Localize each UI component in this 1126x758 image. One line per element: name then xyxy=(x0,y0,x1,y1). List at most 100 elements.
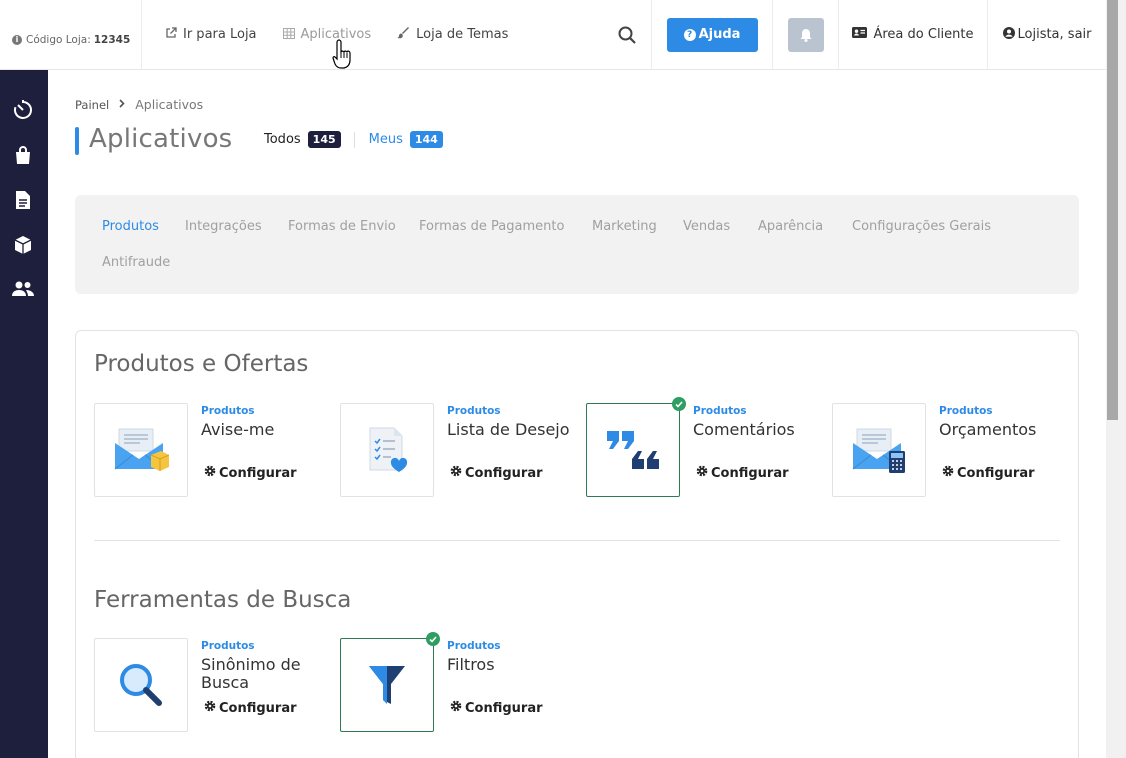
top-bar: i Código Loja: 12345 Ir para Loja Aplica… xyxy=(0,0,1106,70)
gear-icon xyxy=(696,465,708,481)
tab-all-count: 145 xyxy=(307,131,341,148)
app-name: Orçamentos xyxy=(939,420,1037,439)
breadcrumb: Painel Aplicativos xyxy=(75,97,203,112)
sidebar-item-customers[interactable] xyxy=(11,277,35,301)
configure-label: Configurar xyxy=(957,465,1035,481)
grid-icon xyxy=(282,27,295,42)
app-name: Avise-me xyxy=(201,420,275,439)
app-category: Produtos xyxy=(693,405,747,417)
sidebar-item-documents[interactable] xyxy=(11,188,35,212)
category-marketing[interactable]: Marketing xyxy=(592,219,657,234)
app-icon-avise-me[interactable] xyxy=(94,403,188,497)
installed-check-icon xyxy=(672,397,686,411)
app-category: Produtos xyxy=(201,405,255,417)
help-button-label: Ajuda xyxy=(698,27,741,42)
checklist-heart-icon xyxy=(369,427,408,472)
configure-button-filtros[interactable]: Configurar xyxy=(450,700,543,716)
envelope-calculator-icon xyxy=(852,428,905,473)
tab-mine-count: 144 xyxy=(409,131,443,148)
client-area-link[interactable]: Área do Cliente xyxy=(839,0,988,69)
tab-mine[interactable]: Meus xyxy=(369,132,403,147)
id-card-icon xyxy=(852,27,868,42)
breadcrumb-home[interactable]: Painel xyxy=(75,98,109,112)
search-icon xyxy=(618,26,636,44)
funnel-icon xyxy=(369,666,405,704)
nav-go-to-store-label: Ir para Loja xyxy=(183,27,257,42)
external-link-icon xyxy=(165,27,177,42)
category-formas-de-pagamento[interactable]: Formas de Pagamento xyxy=(419,219,564,234)
logout-link[interactable]: Lojista, sair xyxy=(988,0,1106,69)
nav-theme-store-label: Loja de Temas xyxy=(416,27,509,42)
document-icon xyxy=(16,191,30,209)
gear-icon xyxy=(450,465,462,481)
category-integracoes[interactable]: Integrações xyxy=(185,219,262,234)
scrollbar-thumb[interactable] xyxy=(1107,0,1118,420)
app-name: Filtros xyxy=(447,655,495,674)
hand-cursor-icon xyxy=(332,38,354,74)
app-icon-comentarios[interactable] xyxy=(586,403,680,497)
category-antifraude[interactable]: Antifraude xyxy=(102,255,170,270)
app-icon-lista-de-desejo[interactable] xyxy=(340,403,434,497)
sidebar-item-products[interactable] xyxy=(11,233,35,257)
category-vendas[interactable]: Vendas xyxy=(683,219,730,234)
envelope-box-icon xyxy=(114,428,169,471)
chevron-right-icon xyxy=(119,98,125,111)
category-produtos[interactable]: Produtos xyxy=(102,219,159,234)
app-category: Produtos xyxy=(447,405,501,417)
app-category: Produtos xyxy=(201,640,255,652)
configure-button-sinonimo-de-busca[interactable]: Configurar xyxy=(204,700,297,716)
category-configuracoes-gerais[interactable]: Configurações Gerais xyxy=(852,219,991,234)
nav-go-to-store[interactable]: Ir para Loja xyxy=(152,0,270,69)
app-category: Produtos xyxy=(447,640,501,652)
title-accent-bar xyxy=(75,127,79,155)
configure-button-orcamentos[interactable]: Configurar xyxy=(942,465,1035,481)
configure-button-lista-de-desejo[interactable]: Configurar xyxy=(450,465,543,481)
configure-label: Configurar xyxy=(465,465,543,481)
tab-divider xyxy=(353,131,355,148)
store-code-label: Código Loja: xyxy=(26,33,91,46)
gear-icon xyxy=(204,465,216,481)
nav-theme-store[interactable]: Loja de Temas xyxy=(384,0,521,69)
users-icon xyxy=(12,281,34,296)
section-title-produtos-ofertas: Produtos e Ofertas xyxy=(94,351,309,377)
configure-label: Configurar xyxy=(465,700,543,716)
magnifier-icon xyxy=(120,664,162,706)
section-divider xyxy=(94,540,1060,541)
installed-check-icon xyxy=(426,632,440,646)
category-aparencia[interactable]: Aparência xyxy=(758,219,823,234)
store-code: i Código Loja: 12345 xyxy=(0,0,142,69)
gear-icon xyxy=(450,700,462,716)
sidebar-item-orders[interactable] xyxy=(11,143,35,167)
bell-icon xyxy=(800,28,811,42)
gear-icon xyxy=(204,700,216,716)
stopwatch-icon xyxy=(14,100,32,119)
configure-button-comentarios[interactable]: Configurar xyxy=(696,465,789,481)
nav-apps[interactable]: Aplicativos xyxy=(270,0,385,69)
shopping-bag-icon xyxy=(16,146,30,164)
tab-all[interactable]: Todos xyxy=(264,132,301,147)
app-name: Lista de Desejo xyxy=(447,420,570,439)
breadcrumb-current: Aplicativos xyxy=(135,97,204,112)
configure-label: Configurar xyxy=(219,465,297,481)
category-formas-de-envio[interactable]: Formas de Envio xyxy=(288,219,396,234)
user-circle-icon xyxy=(1002,26,1015,43)
app-name: Comentários xyxy=(693,420,795,439)
logout-label: Lojista, sair xyxy=(1017,27,1092,42)
app-icon-sinonimo-de-busca[interactable] xyxy=(94,638,188,732)
question-icon: ? xyxy=(683,28,696,41)
info-icon: i xyxy=(12,34,22,45)
sidebar-item-dashboard[interactable] xyxy=(11,98,35,122)
app-icon-orcamentos[interactable] xyxy=(832,403,926,497)
search-button[interactable] xyxy=(602,0,652,69)
quotes-icon xyxy=(607,431,659,469)
notifications-button[interactable] xyxy=(787,17,824,52)
category-filter-box: Produtos Integrações Formas de Envio For… xyxy=(75,195,1079,294)
app-name: Sinônimo de Busca xyxy=(201,655,301,692)
box-icon xyxy=(14,236,32,254)
app-icon-filtros[interactable] xyxy=(340,638,434,732)
page-title: Aplicativos xyxy=(89,124,233,154)
configure-button-avise-me[interactable]: Configurar xyxy=(204,465,297,481)
help-button[interactable]: ? Ajuda xyxy=(666,17,758,52)
count-tabs: Todos 145 Meus 144 xyxy=(264,131,443,148)
configure-label: Configurar xyxy=(219,700,297,716)
